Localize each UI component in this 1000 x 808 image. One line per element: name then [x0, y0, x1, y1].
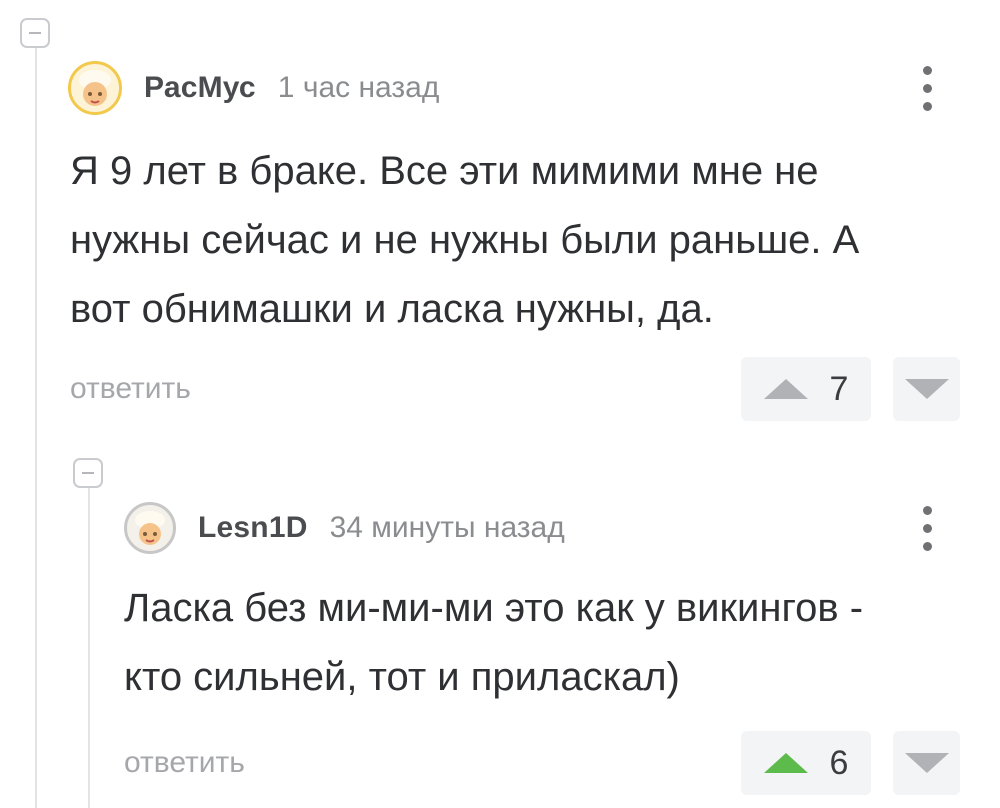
thread-line-root	[35, 48, 37, 808]
upvote-button[interactable]: 7	[741, 357, 871, 421]
avatar-icon[interactable]	[124, 502, 176, 554]
rating-count: 6	[829, 743, 849, 782]
reply-button[interactable]: ответить	[124, 746, 245, 780]
upvote-button[interactable]: 6	[741, 731, 871, 795]
collapse-icon	[82, 472, 94, 474]
reply-button[interactable]: ответить	[70, 372, 191, 406]
comment-text: Я 9 лет в браке. Все эти мимими мне не н…	[70, 149, 860, 331]
downvote-icon	[904, 379, 949, 399]
downvote-icon	[904, 753, 949, 773]
avatar-icon[interactable]	[68, 61, 122, 115]
upvote-icon	[763, 379, 808, 399]
comment-author[interactable]: Lesn1D	[198, 511, 308, 545]
thread-line-reply	[88, 488, 90, 808]
comment-header-reply: Lesn1D 34 минуты назад	[124, 500, 565, 556]
collapse-icon	[29, 32, 41, 34]
comments-thread: РасМус 1 час назад Я 9 лет в браке. Все …	[0, 0, 1000, 808]
comment-time: 1 час назад	[277, 71, 440, 104]
collapse-button[interactable]	[20, 18, 50, 48]
more-options-icon[interactable]	[918, 64, 938, 114]
comment-header: РасМус 1 час назад	[68, 60, 439, 116]
upvote-icon	[763, 753, 808, 773]
comment-time: 34 минуты назад	[329, 511, 565, 544]
more-options-icon[interactable]	[918, 504, 938, 554]
collapse-button-reply[interactable]	[73, 458, 103, 488]
comment-text: Ласка без ми-ми-ми это как у викингов - …	[124, 586, 864, 699]
downvote-button[interactable]	[893, 357, 960, 421]
comment-author[interactable]: РасМус	[144, 71, 256, 105]
rating-count: 7	[829, 369, 849, 408]
downvote-button[interactable]	[893, 731, 960, 795]
